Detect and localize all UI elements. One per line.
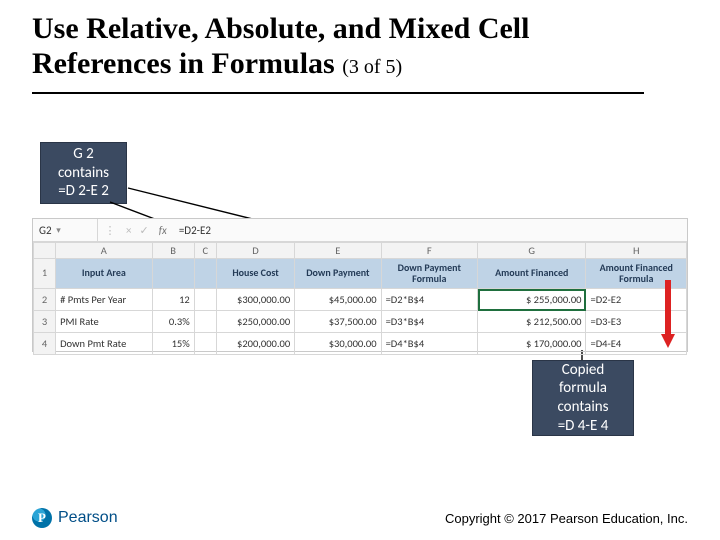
- hdr-cell[interactable]: Down Payment: [295, 259, 381, 289]
- hdr-cell[interactable]: [194, 259, 216, 289]
- enter-icon[interactable]: ✓: [135, 224, 152, 237]
- callout-copied-formula: Copied formula contains =D 4-E 4: [532, 360, 634, 436]
- pearson-brand-text: Pearson: [58, 509, 118, 527]
- fx-icon[interactable]: fx: [153, 224, 173, 237]
- table-header-row: 1 Input Area House Cost Down Payment Dow…: [34, 259, 687, 289]
- cell[interactable]: $300,000.00: [216, 289, 294, 311]
- cell[interactable]: $45,000.00: [295, 289, 381, 311]
- col-header[interactable]: A: [56, 243, 152, 259]
- title-underline: [32, 92, 644, 94]
- col-header[interactable]: B: [152, 243, 194, 259]
- pearson-logo: P Pearson: [32, 508, 118, 528]
- col-header[interactable]: C: [194, 243, 216, 259]
- col-header[interactable]: H: [586, 243, 687, 259]
- callout-g2-formula: G 2 contains =D 2-E 2: [40, 142, 127, 204]
- formula-bar-content[interactable]: =D2-E2: [173, 224, 211, 237]
- pearson-mark-letter: P: [38, 510, 46, 526]
- table-row: 4 Down Pmt Rate 15% $200,000.00 $30,000.…: [34, 333, 687, 355]
- cell[interactable]: [194, 333, 216, 355]
- slide-title: Use Relative, Absolute, and Mixed Cell R…: [32, 12, 672, 81]
- col-header[interactable]: E: [295, 243, 381, 259]
- copyright-text: Copyright © 2017 Pearson Education, Inc.: [445, 511, 688, 526]
- cell[interactable]: =D3*B$4: [381, 311, 477, 333]
- title-main: Use Relative, Absolute, and Mixed Cell R…: [32, 12, 529, 80]
- cell[interactable]: 15%: [152, 333, 194, 355]
- col-header[interactable]: G: [478, 243, 586, 259]
- red-arrow-icon: [661, 280, 675, 350]
- cancel-icon[interactable]: ×: [122, 224, 135, 237]
- chevron-down-icon[interactable]: ▾: [52, 225, 66, 236]
- select-all-corner[interactable]: [34, 243, 56, 259]
- column-letter-row: A B C D E F G H: [34, 243, 687, 259]
- col-header[interactable]: D: [216, 243, 294, 259]
- title-counter: (3 of 5): [342, 56, 402, 78]
- hdr-cell[interactable]: Down Payment Formula: [381, 259, 477, 289]
- cell[interactable]: $30,000.00: [295, 333, 381, 355]
- cell[interactable]: =D4*B$4: [381, 333, 477, 355]
- row-header[interactable]: 1: [34, 259, 56, 289]
- hdr-cell[interactable]: House Cost: [216, 259, 294, 289]
- cell[interactable]: =D2*B$4: [381, 289, 477, 311]
- row-header[interactable]: 3: [34, 311, 56, 333]
- name-box[interactable]: G2 ▾: [33, 219, 98, 241]
- excel-screenshot: G2 ▾ ⋮ × ✓ fx =D2-E2 A B C D E F G H 1 I…: [32, 218, 688, 352]
- pearson-mark-icon: P: [32, 508, 52, 528]
- cell[interactable]: $ 170,000.00: [478, 333, 586, 355]
- table-row: 3 PMI Rate 0.3% $250,000.00 $37,500.00 =…: [34, 311, 687, 333]
- hdr-cell[interactable]: [152, 259, 194, 289]
- cell[interactable]: PMI Rate: [56, 311, 152, 333]
- cell[interactable]: [194, 289, 216, 311]
- cell[interactable]: $37,500.00: [295, 311, 381, 333]
- spreadsheet-grid: A B C D E F G H 1 Input Area House Cost …: [33, 242, 687, 355]
- hdr-cell[interactable]: Amount Financed: [478, 259, 586, 289]
- cell[interactable]: $250,000.00: [216, 311, 294, 333]
- cell[interactable]: 12: [152, 289, 194, 311]
- formula-bar-separator: ⋮: [98, 224, 122, 237]
- cell[interactable]: 0.3%: [152, 311, 194, 333]
- formula-bar: G2 ▾ ⋮ × ✓ fx =D2-E2: [33, 219, 687, 242]
- cell-selected[interactable]: $ 255,000.00: [478, 289, 586, 311]
- cell[interactable]: # Pmts Per Year: [56, 289, 152, 311]
- row-header[interactable]: 4: [34, 333, 56, 355]
- hdr-cell[interactable]: Input Area: [56, 259, 152, 289]
- cell[interactable]: Down Pmt Rate: [56, 333, 152, 355]
- cell[interactable]: $200,000.00: [216, 333, 294, 355]
- cell[interactable]: $ 212,500.00: [478, 311, 586, 333]
- table-row: 2 # Pmts Per Year 12 $300,000.00 $45,000…: [34, 289, 687, 311]
- cell[interactable]: [194, 311, 216, 333]
- name-box-value: G2: [39, 224, 52, 237]
- col-header[interactable]: F: [381, 243, 477, 259]
- row-header[interactable]: 2: [34, 289, 56, 311]
